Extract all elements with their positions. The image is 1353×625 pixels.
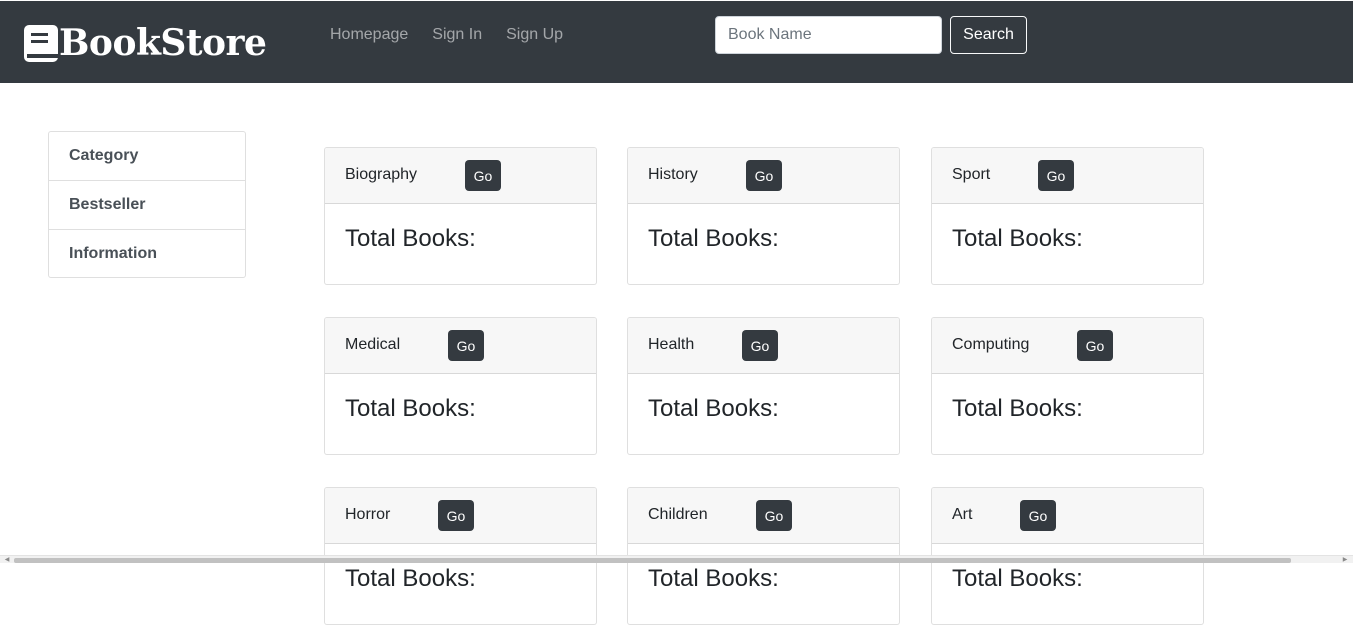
card-body: Total Books: <box>325 204 596 284</box>
card-body: Total Books: <box>628 374 899 454</box>
card-title: Sport <box>952 166 991 183</box>
card-body: Total Books: <box>932 204 1203 284</box>
total-books-label: Total Books: <box>952 565 1083 592</box>
search-button[interactable]: Search <box>950 16 1027 54</box>
nav-links: Homepage Sign In Sign Up <box>330 25 563 45</box>
card-header: Horror Go <box>325 488 596 544</box>
total-books-label: Total Books: <box>952 395 1083 422</box>
scroll-right-icon[interactable]: ▶ <box>1341 557 1349 563</box>
category-card-health: Health Go Total Books: <box>627 317 900 455</box>
category-card-medical: Medical Go Total Books: <box>324 317 597 455</box>
card-title: Children <box>648 506 708 523</box>
scrollbar-thumb[interactable] <box>14 558 1291 563</box>
card-header: Sport Go <box>932 148 1203 204</box>
category-card-sport: Sport Go Total Books: <box>931 147 1204 285</box>
sidebar-item-bestseller[interactable]: Bestseller <box>49 181 245 230</box>
card-body: Total Books: <box>932 374 1203 454</box>
brand-name: BookStore <box>59 22 267 64</box>
card-title: Medical <box>345 336 401 353</box>
card-header: Medical Go <box>325 318 596 374</box>
total-books-label: Total Books: <box>345 565 476 592</box>
card-header: Computing Go <box>932 318 1203 374</box>
card-title: Horror <box>345 506 391 523</box>
scroll-left-icon[interactable]: ◀ <box>3 557 11 563</box>
total-books-label: Total Books: <box>648 565 779 592</box>
card-title: Computing <box>952 336 1030 353</box>
total-books-label: Total Books: <box>648 225 779 252</box>
card-body: Total Books: <box>325 374 596 454</box>
card-title: History <box>648 166 698 183</box>
go-button[interactable]: Go <box>448 330 484 361</box>
category-card-history: History Go Total Books: <box>627 147 900 285</box>
nav-link-homepage[interactable]: Homepage <box>330 25 408 45</box>
total-books-label: Total Books: <box>952 225 1083 252</box>
nav-link-sign-in[interactable]: Sign In <box>432 25 482 45</box>
horizontal-scrollbar[interactable]: ◀ ▶ <box>0 555 1353 563</box>
sidebar-item-category[interactable]: Category <box>49 132 245 181</box>
go-button[interactable]: Go <box>756 500 792 531</box>
card-header: Art Go <box>932 488 1203 544</box>
category-card-biography: Biography Go Total Books: <box>324 147 597 285</box>
sidebar-item-information[interactable]: Information <box>49 230 245 277</box>
navbar: BookStore Homepage Sign In Sign Up Searc… <box>0 0 1353 83</box>
go-button[interactable]: Go <box>1077 330 1113 361</box>
card-header: Children Go <box>628 488 899 544</box>
total-books-label: Total Books: <box>345 225 476 252</box>
card-title: Biography <box>345 166 418 183</box>
book-icon <box>23 23 59 64</box>
go-button[interactable]: Go <box>465 160 501 191</box>
category-card-computing: Computing Go Total Books: <box>931 317 1204 455</box>
go-button[interactable]: Go <box>1020 500 1056 531</box>
go-button[interactable]: Go <box>742 330 778 361</box>
card-title: Health <box>648 336 695 353</box>
go-button[interactable]: Go <box>1038 160 1074 191</box>
card-title: Art <box>952 506 973 523</box>
total-books-label: Total Books: <box>345 395 476 422</box>
total-books-label: Total Books: <box>648 395 779 422</box>
sidebar: Category Bestseller Information <box>48 131 246 278</box>
brand[interactable]: BookStore <box>23 21 267 65</box>
card-header: Biography Go <box>325 148 596 204</box>
card-header: History Go <box>628 148 899 204</box>
nav-link-sign-up[interactable]: Sign Up <box>506 25 563 45</box>
go-button[interactable]: Go <box>438 500 474 531</box>
card-header: Health Go <box>628 318 899 374</box>
go-button[interactable]: Go <box>746 160 782 191</box>
card-body: Total Books: <box>628 204 899 284</box>
search-input[interactable] <box>715 16 942 54</box>
